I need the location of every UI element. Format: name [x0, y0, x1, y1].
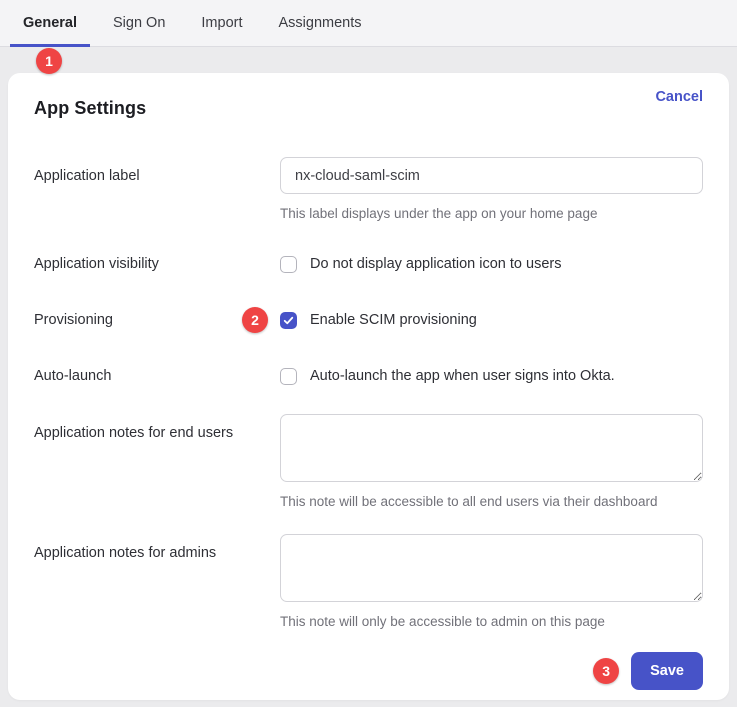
notes-end-users-textarea[interactable]	[280, 414, 703, 482]
auto-launch-label: Auto-launch	[34, 366, 280, 386]
tab-general[interactable]: General	[10, 0, 90, 46]
tab-bar: General Sign On Import Assignments	[0, 0, 737, 47]
row-notes-end-users: Application notes for end users This not…	[34, 414, 703, 510]
callout-badge-1: 1	[36, 48, 62, 74]
callout-badge-3: 3	[593, 658, 619, 684]
callout-badge-2: 2	[242, 307, 268, 333]
page-title: App Settings	[34, 98, 146, 119]
row-notes-admins: Application notes for admins This note w…	[34, 534, 703, 630]
auto-launch-checkbox-label: Auto-launch the app when user signs into…	[310, 368, 615, 384]
cancel-button[interactable]: Cancel	[655, 89, 703, 105]
notes-end-users-help: This note will be accessible to all end …	[280, 494, 703, 510]
scim-provisioning-checkbox[interactable]	[280, 312, 297, 329]
tab-assignments[interactable]: Assignments	[266, 0, 375, 46]
auto-launch-checkbox[interactable]	[280, 368, 297, 385]
panel-footer: 3 Save	[593, 652, 703, 690]
tab-sign-on[interactable]: Sign On	[100, 0, 178, 46]
tab-general-label: General	[23, 15, 77, 31]
tab-import-label: Import	[201, 15, 242, 31]
visibility-checkbox-label: Do not display application icon to users	[310, 256, 561, 272]
row-application-label: Application label This label displays un…	[34, 157, 703, 222]
application-label-label: Application label	[34, 157, 280, 186]
notes-end-users-label: Application notes for end users	[34, 414, 280, 443]
tab-assignments-label: Assignments	[279, 15, 362, 31]
row-application-visibility: Application visibility Do not display ap…	[34, 254, 703, 274]
row-provisioning: Provisioning 2 Enable SCIM provisioning	[34, 310, 703, 330]
notes-admins-label: Application notes for admins	[34, 534, 280, 563]
application-visibility-label: Application visibility	[34, 254, 280, 274]
application-label-input[interactable]	[280, 157, 703, 194]
save-button[interactable]: Save	[631, 652, 703, 690]
tab-sign-on-label: Sign On	[113, 15, 165, 31]
visibility-checkbox[interactable]	[280, 256, 297, 273]
checkmark-icon	[283, 315, 294, 326]
panel-header: App Settings Cancel	[34, 89, 703, 119]
row-auto-launch: Auto-launch Auto-launch the app when use…	[34, 366, 703, 386]
notes-admins-help: This note will only be accessible to adm…	[280, 614, 703, 630]
scim-provisioning-checkbox-label: Enable SCIM provisioning	[310, 312, 477, 328]
tab-import[interactable]: Import	[188, 0, 255, 46]
notes-admins-textarea[interactable]	[280, 534, 703, 602]
app-settings-panel: App Settings Cancel Application label Th…	[8, 73, 729, 700]
application-label-help: This label displays under the app on you…	[280, 206, 703, 222]
